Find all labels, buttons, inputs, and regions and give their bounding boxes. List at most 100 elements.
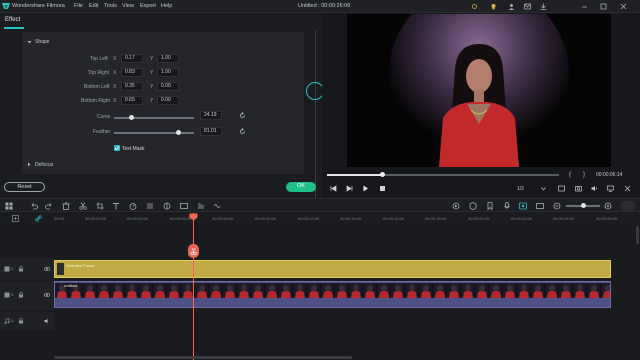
- marker-icon[interactable]: [486, 202, 494, 210]
- zoom-in-icon[interactable]: [604, 202, 612, 210]
- vertical-scrollbar[interactable]: [636, 226, 639, 244]
- bottom-left-x-input[interactable]: 0.35: [121, 82, 143, 91]
- effect-clip[interactable]: Selective Focus: [54, 260, 611, 278]
- ruler-tick: 00:00:08:00: [212, 216, 234, 221]
- eye-icon[interactable]: [44, 266, 50, 272]
- music-track-icon: [4, 318, 10, 324]
- chevron-down-icon[interactable]: [27, 40, 32, 45]
- speed-icon[interactable]: [129, 202, 137, 210]
- render-icon[interactable]: [452, 202, 460, 210]
- ai-portrait-icon[interactable]: [519, 202, 527, 210]
- download-icon[interactable]: [540, 3, 547, 10]
- zoom-out-icon[interactable]: [553, 202, 561, 210]
- chevron-down-icon[interactable]: [541, 187, 546, 191]
- ok-button[interactable]: OK: [286, 182, 316, 192]
- playhead-handle[interactable]: [189, 213, 198, 221]
- snapshot-track-icon[interactable]: [536, 202, 544, 210]
- top-left-x-input[interactable]: 0.17: [121, 54, 143, 63]
- menu-help[interactable]: Help: [161, 3, 172, 9]
- quality-select[interactable]: 1/2: [517, 186, 524, 192]
- close-icon[interactable]: [620, 3, 627, 10]
- zoom-slider-knob[interactable]: [581, 203, 586, 208]
- color-icon[interactable]: [163, 202, 171, 210]
- expand-icon[interactable]: [624, 185, 631, 192]
- link-icon[interactable]: [35, 215, 42, 222]
- curve-slider-track[interactable]: [114, 117, 194, 119]
- lock-icon[interactable]: [18, 266, 24, 272]
- menu-edit[interactable]: Edit: [89, 3, 98, 9]
- ruler-tick: 00:00:22:00: [511, 216, 533, 221]
- video-clip[interactable]: untitled: [54, 281, 611, 308]
- split-marker[interactable]: [188, 244, 199, 258]
- ruler-tick: 00:00:18:00: [425, 216, 447, 221]
- curve-value-input[interactable]: 24.19: [200, 111, 222, 120]
- test-mask-checkbox[interactable]: [114, 145, 120, 151]
- eye-icon[interactable]: [44, 292, 50, 298]
- shape-section-label: Shape: [35, 39, 50, 45]
- volume-icon[interactable]: [591, 185, 598, 192]
- track-header-effect: 2: [0, 258, 54, 280]
- delete-icon[interactable]: [62, 202, 70, 210]
- feather-slider-knob[interactable]: [176, 129, 182, 135]
- bottom-right-y-label: Y: [150, 98, 154, 104]
- lock-icon[interactable]: [18, 292, 24, 298]
- bracket-out[interactable]: }: [583, 172, 585, 178]
- account-icon[interactable]: [508, 3, 515, 10]
- bottom-left-y-input[interactable]: 0.00: [157, 82, 179, 91]
- menu-file[interactable]: File: [74, 3, 83, 9]
- add-track-icon[interactable]: [12, 215, 19, 222]
- monitor-icon[interactable]: [607, 185, 614, 192]
- mic-icon[interactable]: [503, 202, 511, 210]
- text-icon[interactable]: [112, 202, 120, 210]
- fullscreen-icon[interactable]: [558, 185, 565, 192]
- panel-toggle[interactable]: [621, 201, 635, 211]
- undo-icon[interactable]: [30, 202, 38, 210]
- timeline-scrollbar[interactable]: [54, 356, 352, 359]
- speaker-icon[interactable]: [44, 318, 50, 324]
- reset-button[interactable]: Reset: [4, 182, 45, 192]
- stop-icon[interactable]: [379, 185, 386, 192]
- top-right-x-input[interactable]: 0.83: [121, 68, 143, 77]
- menu-view[interactable]: View: [122, 3, 134, 9]
- split-audio-icon[interactable]: [213, 202, 221, 210]
- crop-icon[interactable]: [96, 202, 104, 210]
- minimize-icon[interactable]: [581, 3, 588, 10]
- ruler-tick: 00:00:16:00: [383, 216, 405, 221]
- play-reverse-icon[interactable]: [346, 185, 353, 192]
- lock-icon[interactable]: [18, 318, 24, 324]
- curve-slider-knob[interactable]: [129, 114, 135, 120]
- top-right-x-label: X: [113, 70, 117, 76]
- bracket-in[interactable]: {: [569, 172, 571, 178]
- panel-divider: [315, 30, 316, 198]
- play-icon[interactable]: [362, 185, 369, 192]
- checkmark-icon: [114, 146, 120, 151]
- tab-effect[interactable]: Effect: [5, 17, 20, 23]
- feather-value-input[interactable]: 81.01: [200, 127, 222, 136]
- shield-icon[interactable]: [469, 202, 477, 210]
- cut-icon[interactable]: [79, 202, 87, 210]
- layout-icon[interactable]: [5, 202, 13, 210]
- menu-export[interactable]: Export: [140, 3, 156, 9]
- track-header-video: 1: [0, 281, 54, 311]
- previous-frame-icon[interactable]: [330, 185, 337, 192]
- adjust-icon[interactable]: [146, 202, 154, 210]
- top-left-y-input[interactable]: 1.00: [157, 54, 179, 63]
- maximize-icon[interactable]: [600, 3, 607, 10]
- bottom-right-y-input[interactable]: 0.00: [157, 96, 179, 105]
- audio-mixer-icon[interactable]: [197, 202, 205, 210]
- chevron-right-icon[interactable]: [27, 162, 32, 167]
- bottom-right-x-input[interactable]: 0.65: [121, 96, 143, 105]
- lightbulb-icon[interactable]: [490, 3, 497, 10]
- mail-icon[interactable]: [524, 3, 531, 10]
- reset-feather-icon[interactable]: [239, 128, 246, 135]
- sun-icon[interactable]: [471, 3, 478, 10]
- bottom-left-label: Bottom Left: [84, 84, 110, 90]
- top-right-y-input[interactable]: 1.00: [157, 68, 179, 77]
- snapshot-icon[interactable]: [575, 185, 582, 192]
- feather-slider-track[interactable]: [114, 132, 194, 134]
- timeline-ruler[interactable]: 00:00 00:00:02:00 00:00:04:00 00:00:06:0…: [54, 213, 640, 223]
- redo-icon[interactable]: [45, 202, 53, 210]
- green-screen-icon[interactable]: [180, 202, 188, 210]
- menu-tools[interactable]: Tools: [104, 3, 117, 9]
- reset-curve-icon[interactable]: [239, 112, 246, 119]
